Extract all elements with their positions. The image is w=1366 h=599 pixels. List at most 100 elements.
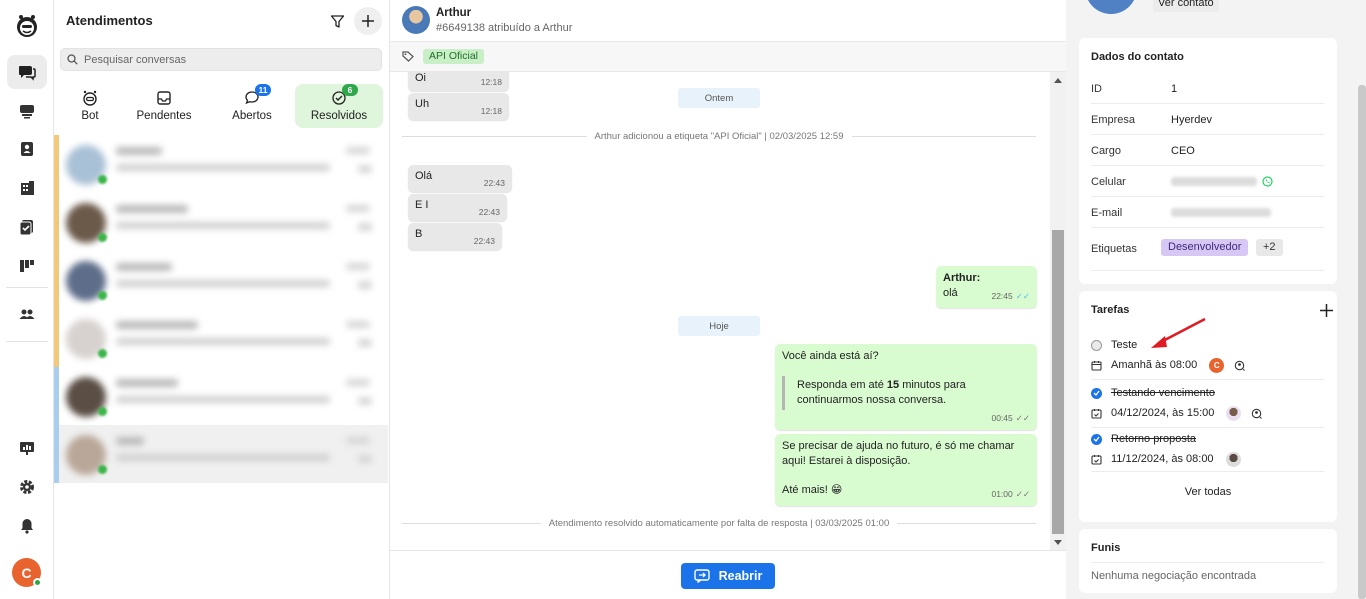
tasks-title: Tarefas [1091,304,1130,316]
field-row-email: E-mail [1091,197,1324,228]
funnels-title: Funis [1091,542,1121,554]
tab-resolvidos-label: Resolvidos [310,110,368,122]
reassign-icon[interactable] [1234,360,1246,371]
filter-icon[interactable] [326,10,348,32]
ticket-subtitle: #6649138 atribuído a Arthur [436,22,573,34]
chat-header: Arthur #6649138 atribuído a Arthur [390,0,1066,42]
right-panel-scrollbar[interactable] [1358,85,1366,599]
scrollbar-thumb[interactable] [1052,230,1064,534]
tab-bot-label: Bot [81,110,99,122]
chat-panel: Arthur #6649138 atribuído a Arthur API O… [390,0,1066,599]
resolvidos-count-badge: 6 [342,84,358,96]
contact-data-card: Dados do contato ID 1 Empresa Hyerdev Carg… [1079,38,1337,284]
ver-contato-button[interactable]: Ver contato [1153,0,1219,12]
field-value: 1 [1171,83,1178,95]
calendar-icon [1091,360,1102,371]
reopen-chat-icon [693,569,710,583]
search-conversations-input[interactable] [84,53,364,66]
message-bubble-in: Uh 12:18 [408,93,509,120]
app-logo-icon[interactable] [7,9,47,43]
tasks-nav-icon[interactable] [7,210,47,244]
red-annotation-arrow [1151,317,1206,348]
message-time: 12:18 [480,106,502,116]
user-avatar[interactable]: C [12,558,42,587]
whatsapp-icon[interactable] [1262,176,1273,187]
conversation-item[interactable] [54,251,388,309]
reports-nav-icon[interactable] [7,431,47,465]
task-item[interactable]: Teste Amanhã às 08:00 C [1091,337,1324,380]
settings-gear-icon[interactable] [7,470,47,504]
scroll-up-arrow-icon[interactable] [1054,78,1062,83]
tab-bot[interactable]: Bot [68,84,112,128]
field-row-etiquetas: Etiquetas Desenvolvedor +2 [1091,231,1324,271]
tasks-card: Tarefas Teste Amanhã às 08:00 C Testando… [1079,291,1337,522]
contacts-nav-icon[interactable] [7,132,47,166]
message-bubble-in: Oi 12:18 [408,72,509,91]
chats-nav-icon[interactable] [7,55,47,89]
conversation-item-selected[interactable] [54,425,388,483]
bot-icon [83,90,97,106]
notifications-bell-icon[interactable] [7,509,47,543]
tab-abertos[interactable]: 11 Abertos [224,84,280,128]
assignee-avatar [1225,451,1241,467]
task-item-done[interactable]: Retorno proposta 11/12/2024, às 08:00 [1091,431,1324,472]
field-value: CEO [1171,145,1195,157]
kanban-nav-icon[interactable] [7,249,47,283]
conversation-item[interactable] [54,309,388,367]
read-double-check-icon: ✓✓ [1015,291,1030,301]
conversation-item[interactable] [54,193,388,251]
delivered-double-check-icon: ✓✓ [1015,413,1030,423]
search-box [60,48,382,71]
task-date: 04/12/2024, às 15:00 [1111,407,1215,419]
assignee-avatar [1226,405,1242,421]
more-tags-badge[interactable]: +2 [1256,239,1283,256]
message-text: Uh [415,98,430,110]
message-bubble-out: Você ainda está aí? Responda em até 15 m… [775,344,1037,430]
date-separator-hoje: Hoje [678,316,760,336]
tab-resolvidos[interactable]: 6 Resolvidos [295,84,383,128]
funnels-empty-text: Nenhuma negociação encontrada [1091,570,1257,582]
inbox-icon [157,91,171,105]
task-done-check-icon[interactable] [1091,433,1102,445]
message-text: Você ainda está aí? [782,350,879,362]
message-bubble-out: Se precisar de ajuda no futuro, é só me … [775,434,1037,506]
inbox-nav-icon[interactable] [7,94,47,128]
task-done-check-icon[interactable] [1091,387,1102,399]
contact-name[interactable]: Arthur [436,7,471,19]
conversation-item[interactable] [54,135,388,193]
team-nav-icon[interactable] [7,297,47,331]
task-item-done[interactable]: Testando vencimento 04/12/2024, às 15:00 [1091,385,1324,428]
tab-pendentes-label: Pendentes [136,110,192,122]
api-oficial-tag[interactable]: API Oficial [423,49,485,64]
see-all-tasks-link[interactable]: Ver todas [1079,486,1337,498]
message-bubble-out: Arthur: olá 22:45 ✓✓ [936,266,1037,308]
online-status-dot [33,578,42,587]
system-message-text: Arthur adicionou a etiqueta "API Oficial… [586,130,852,142]
message-bubble-in: E I 22:43 [408,194,507,221]
contact-avatar[interactable] [402,6,430,34]
contact-photo [1085,0,1137,14]
system-message-tag-added: Arthur adicionou a etiqueta "API Oficial… [402,130,1036,142]
tag-icon[interactable] [402,51,415,62]
conversation-item[interactable] [54,367,388,425]
reopen-label: Reabrir [718,569,763,583]
task-checkbox[interactable] [1091,339,1102,351]
companies-nav-icon[interactable] [7,171,47,205]
scroll-down-arrow-icon[interactable] [1054,540,1062,545]
email-value-redacted [1171,208,1271,217]
message-text: E I [415,199,429,211]
new-conversation-button[interactable] [354,7,382,35]
messages-area: Oi 12:18 Uh 12:18 Ontem Arthur adicionou… [390,72,1050,550]
messages-scrollbar[interactable] [1050,72,1066,550]
reopen-button[interactable]: Reabrir [681,563,775,589]
assignee-avatar: C [1209,357,1225,373]
tab-pendentes[interactable]: Pendentes [130,84,198,128]
field-label: Etiquetas [1091,243,1137,255]
quote-minutes: 15 [886,379,900,391]
add-task-plus-icon[interactable] [1320,304,1333,317]
reassign-icon[interactable] [1251,408,1263,419]
system-message-resolved: Atendimento resolvido automaticamente po… [402,517,1036,529]
field-label: ID [1091,83,1102,95]
tag-desenvolvedor[interactable]: Desenvolvedor [1161,239,1249,256]
message-time: 12:18 [480,77,502,87]
